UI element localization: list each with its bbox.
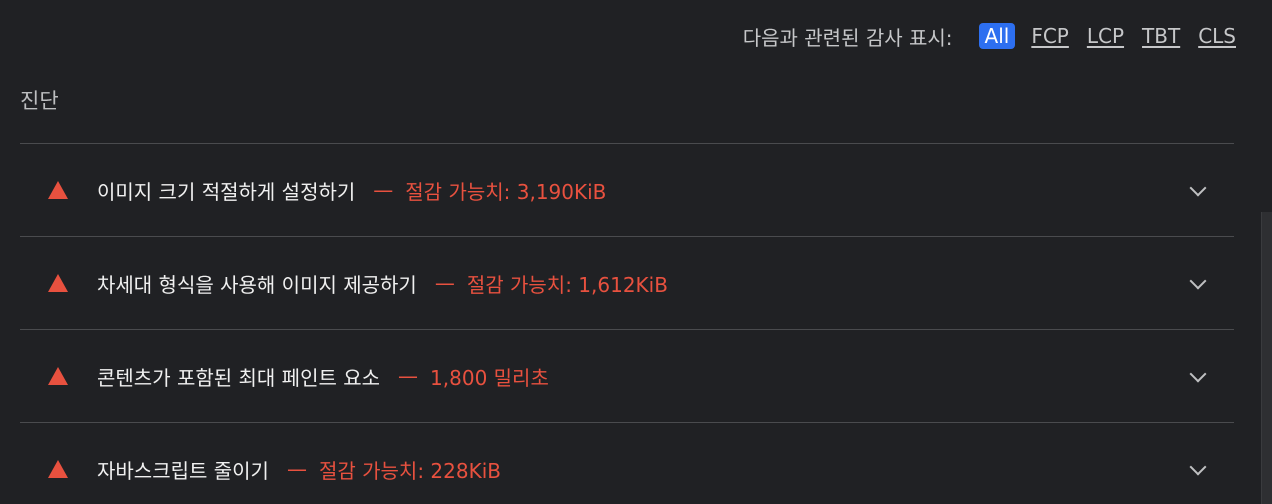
- warning-triangle-icon: [48, 460, 68, 478]
- audit-separator: —: [373, 178, 394, 202]
- section-title: 진단: [20, 89, 59, 113]
- chevron-down-icon[interactable]: [1189, 272, 1207, 290]
- audit-separator: —: [434, 271, 455, 295]
- filter-chip-tbt[interactable]: TBT: [1140, 24, 1182, 48]
- audit-title: 차세대 형식을 사용해 이미지 제공하기: [97, 272, 417, 297]
- filter-chip-lcp[interactable]: LCP: [1085, 24, 1126, 48]
- lighthouse-diagnostics-panel: 다음과 관련된 감사 표시: All FCP LCP TBT CLS 진단 이미…: [0, 0, 1272, 504]
- chevron-down-icon[interactable]: [1189, 458, 1207, 476]
- audit-title: 이미지 크기 적절하게 설정하기: [97, 179, 356, 204]
- filter-label: 다음과 관련된 감사 표시:: [742, 25, 953, 50]
- chevron-down-icon[interactable]: [1189, 179, 1207, 197]
- audit-title: 자바스크립트 줄이기: [97, 458, 269, 483]
- warning-triangle-icon: [48, 181, 68, 199]
- audit-separator: —: [398, 364, 419, 388]
- audit-item-next-gen-formats[interactable]: 차세대 형식을 사용해 이미지 제공하기 — 절감 가능치: 1,612KiB: [20, 237, 1234, 330]
- audit-metric-value: 1,800 밀리초: [430, 365, 549, 390]
- audit-list: 이미지 크기 적절하게 설정하기 — 절감 가능치: 3,190KiB 차세대 …: [20, 143, 1234, 504]
- warning-triangle-icon: [48, 274, 68, 292]
- warning-triangle-icon: [48, 367, 68, 385]
- audit-savings: 절감 가능치: 3,190KiB: [405, 179, 607, 204]
- audit-filter-bar: 다음과 관련된 감사 표시: All FCP LCP TBT CLS: [743, 20, 1238, 52]
- vertical-scrollbar[interactable]: [1261, 212, 1272, 504]
- audit-item-properly-size-images[interactable]: 이미지 크기 적절하게 설정하기 — 절감 가능치: 3,190KiB: [20, 144, 1234, 237]
- filter-chip-all[interactable]: All: [978, 23, 1016, 49]
- audit-title: 콘텐츠가 포함된 최대 페인트 요소: [97, 365, 381, 390]
- audit-separator: —: [286, 457, 307, 481]
- audit-item-lcp-element[interactable]: 콘텐츠가 포함된 최대 페인트 요소 — 1,800 밀리초: [20, 330, 1234, 423]
- filter-chip-cls[interactable]: CLS: [1196, 24, 1238, 48]
- audit-item-reduce-javascript[interactable]: 자바스크립트 줄이기 — 절감 가능치: 228KiB: [20, 423, 1234, 504]
- filter-chip-fcp[interactable]: FCP: [1029, 24, 1071, 48]
- audit-savings: 절감 가능치: 1,612KiB: [466, 272, 668, 297]
- chevron-down-icon[interactable]: [1189, 365, 1207, 383]
- audit-savings: 절감 가능치: 228KiB: [318, 458, 501, 483]
